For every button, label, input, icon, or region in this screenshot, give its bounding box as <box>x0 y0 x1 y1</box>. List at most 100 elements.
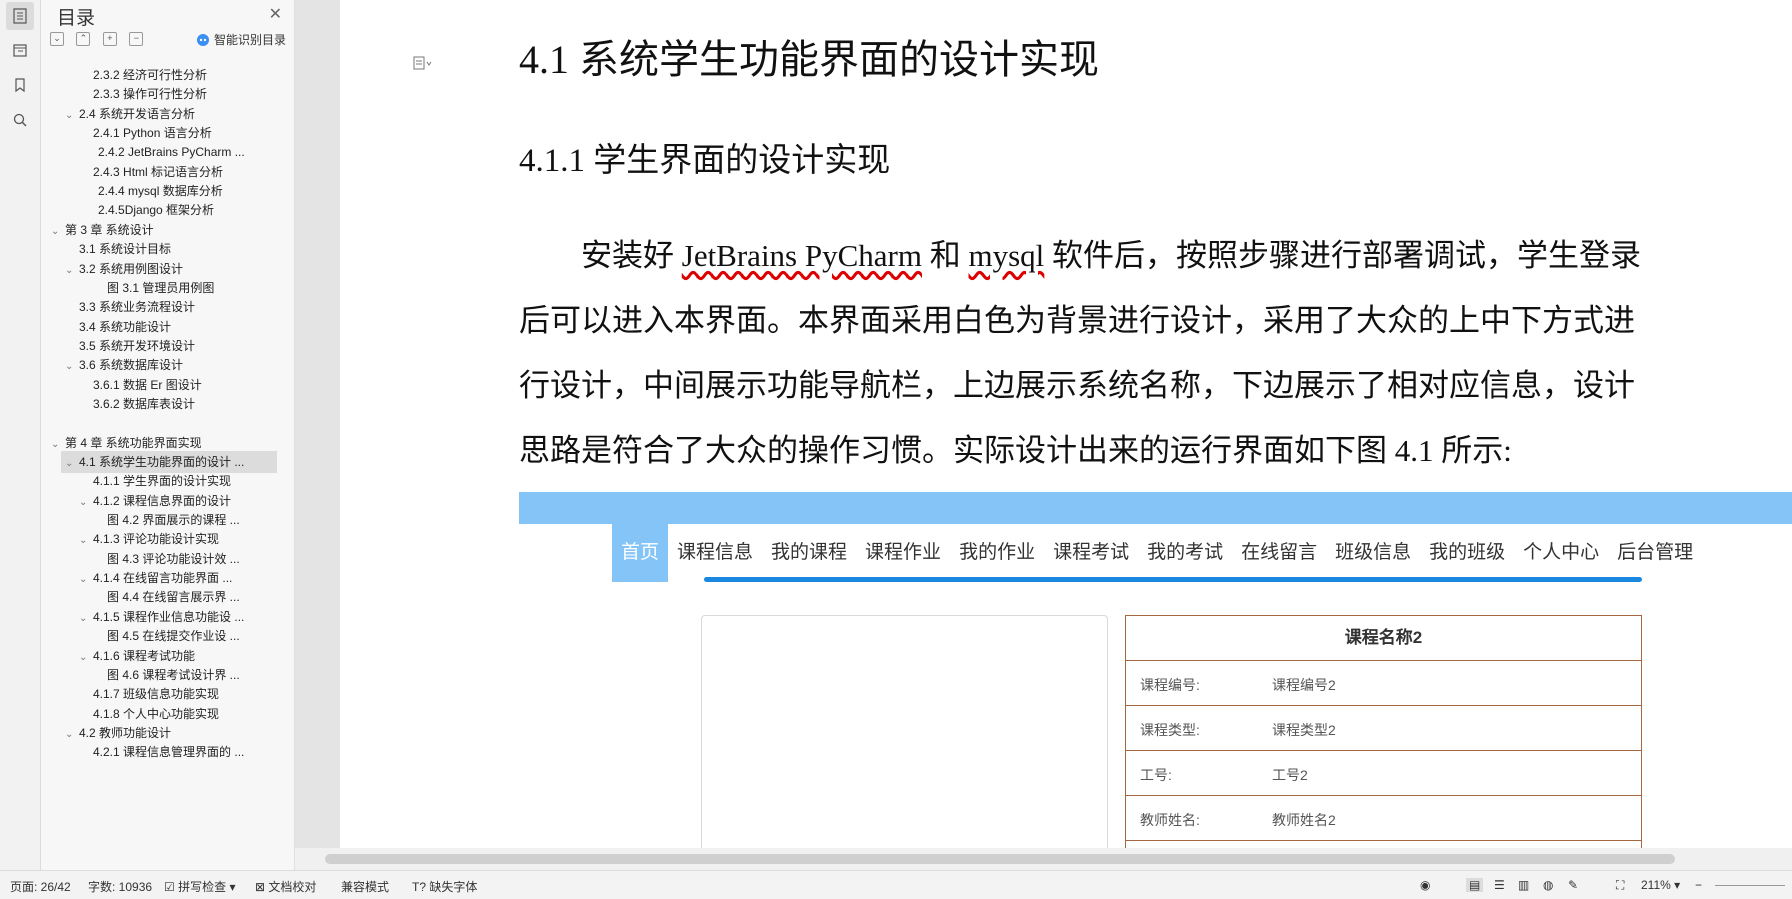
toc-item-label: 图 3.1 管理员用例图 <box>107 280 215 295</box>
toc-toolbar: ⌄ ⌃ + − <box>50 32 151 48</box>
toc-panel: 目录 ✕ ⌄ ⌃ + − 智能识别目录 2.3.2 经济可行性分析 2.3.3 操… <box>41 0 319 870</box>
info-key: 工号: <box>1140 767 1172 783</box>
nav-item: 我的考试 <box>1147 542 1224 563</box>
figure-4-1-screenshot: 首页 课程信息 我的课程 课程作业 我的作业 课程考试 我的考试 在线留言 班级信息 我的班级 个人… <box>519 492 1792 848</box>
toc-item-label: 图 4.3 评论功能设计效 ... <box>107 551 240 566</box>
expand-all-icon[interactable]: ⌄ <box>50 32 64 46</box>
heading-4-1: 4.1 系统学生功能界面的设计实现 <box>519 37 1099 82</box>
nav-item: 课程考试 <box>1053 542 1130 563</box>
ai-icon <box>196 33 209 46</box>
nav-item: 后台管理 <box>1617 542 1694 563</box>
toc-item-label: 3.4 系统功能设计 <box>79 319 172 334</box>
smart-toc-button[interactable]: 智能识别目录 <box>196 31 286 48</box>
info-value: 教师姓名2 <box>1272 812 1336 828</box>
missing-font-button[interactable]: T? 缺失字体 <box>412 878 477 895</box>
para-line-4: 思路是符合了大众的操作习惯。实际设计出来的运行界面如下图 4.1 所示: <box>519 433 1512 468</box>
para-line-1: 安装好 JetBrains PyCharm 和 mysql 软件后，按照步骤进行… <box>519 223 1749 288</box>
para-line-2: 后可以进入本界面。本界面采用白色为背景进行设计，采用了大众的上中下方式进 <box>519 303 1635 338</box>
nav-item: 我的班级 <box>1429 542 1506 563</box>
zoom-slider[interactable] <box>1715 885 1785 886</box>
doc-proof-button[interactable]: ⊠ 文档校对 <box>255 878 316 895</box>
toc-item[interactable]: 4.2.1 课程信息管理界面的 ... <box>41 741 277 763</box>
status-bar: 页面: 26/42 字数: 10936 ☑ 拼写检查 ▾ ⊠ 文档校对 兼容模式… <box>0 870 1792 899</box>
side-icon-bar <box>0 0 41 870</box>
page-view-icon[interactable]: ▤ <box>1466 878 1484 892</box>
toc-item-label: 2.3.3 操作可行性分析 <box>93 87 208 102</box>
toc-header: 目录 ✕ <box>41 0 294 30</box>
toc-item-label: 3.3 系统业务流程设计 <box>79 300 196 315</box>
zoom-value: 211% <box>1641 878 1671 892</box>
toc-item-label: 3.2 系统用例图设计 <box>79 261 184 276</box>
split-view-icon[interactable]: ▥ <box>1518 878 1529 892</box>
pen-icon[interactable]: ✎ <box>1568 878 1578 892</box>
toc-item-label: 3.1 系统设计目标 <box>79 242 172 257</box>
website-nav: 首页 课程信息 我的课程 课程作业 我的作业 课程考试 我的考试 在线留言 班级信息 我的班级 个人… <box>612 524 1702 582</box>
toc-panel-icon[interactable] <box>6 2 34 30</box>
info-value: 课程编号2 <box>1272 677 1336 693</box>
toc-item-label: 4.1.7 班级信息功能实现 <box>93 687 220 702</box>
toc-item-label: 2.3.2 经济可行性分析 <box>93 68 208 82</box>
toc-item-label: 4.2.1 课程信息管理界面的 ... <box>93 745 245 760</box>
nav-item: 课程作业 <box>865 542 942 563</box>
fit-page-icon[interactable]: ⛶ <box>1616 878 1624 893</box>
nav-item: 首页 <box>612 524 669 582</box>
spell-check-label: 拼写检查 <box>178 880 227 894</box>
zoom-level[interactable]: 211% ▾ <box>1641 878 1680 892</box>
close-icon[interactable]: ✕ <box>269 4 282 24</box>
toc-item-label: 2.4.2 JetBrains PyCharm ... <box>98 145 245 160</box>
compat-mode-label: 兼容模式 <box>341 880 390 894</box>
collapse-all-icon[interactable]: ⌃ <box>76 32 91 46</box>
scroll-thumb[interactable] <box>325 854 1675 864</box>
document-viewer: 4.1 系统学生功能界面的设计实现 4.1.1 学生界面的设计实现 安装好 Je… <box>295 0 1792 848</box>
toc-item-label: 4.2 教师功能设计 <box>79 725 172 740</box>
search-icon[interactable] <box>6 106 34 134</box>
toc-item-label: 3.6 系统数据库设计 <box>79 358 184 373</box>
toc-item-label: 3.6.2 数据库表设计 <box>93 396 196 411</box>
header-band <box>519 492 1792 524</box>
toc-item-label: 第 4 章 系统功能界面实现 <box>65 435 202 450</box>
text-run: 软件后，按照步骤进行部署调试，学生登录 <box>1044 238 1642 273</box>
nav-item: 个人中心 <box>1523 542 1600 563</box>
toc-item-label: 4.1.3 评论功能设计实现 <box>93 532 220 547</box>
toc-item-label: 4.1.6 课程考试功能 <box>93 648 196 663</box>
nav-item: 班级信息 <box>1335 542 1412 563</box>
nav-item: 课程信息 <box>677 542 754 563</box>
info-row: 课程编号: 课程编号2 <box>1126 661 1641 706</box>
outline-view-icon[interactable]: ☰ <box>1494 878 1505 892</box>
document-format-icon[interactable] <box>413 56 435 75</box>
toc-item-label: 4.1.8 个人中心功能实现 <box>93 706 220 721</box>
spell-check-button[interactable]: ☑ 拼写检查 ▾ <box>164 878 235 895</box>
course-info-table: 课程名称2 课程编号: 课程编号2 课程类型: 课程类型2 工号: 工号2 教师姓名: 教师姓… <box>1125 615 1642 848</box>
info-key: 课程编号: <box>1140 677 1200 693</box>
toc-item-label: 图 4.6 课程考试设计界 ... <box>107 667 240 682</box>
bookmark-icon[interactable] <box>6 71 34 99</box>
word-count[interactable]: 字数: 10936 <box>88 878 152 895</box>
toc-item-label: 2.4.4 mysql 数据库分析 <box>98 184 223 199</box>
info-value: 工号2 <box>1272 767 1308 783</box>
nav-underline <box>704 577 1642 582</box>
toc-title: 目录 <box>57 8 96 29</box>
document-page: 4.1 系统学生功能界面的设计实现 4.1.1 学生界面的设计实现 安装好 Je… <box>340 0 1792 848</box>
heading-4-1-1: 4.1.1 学生界面的设计实现 <box>519 143 891 179</box>
toc-item-label: 4.1 系统学生功能界面的设计 ... <box>79 455 245 469</box>
nav-item: 在线留言 <box>1241 542 1318 563</box>
spelling-flag-text: mysql <box>968 238 1045 273</box>
horizontal-scrollbar[interactable] <box>295 848 1792 870</box>
toc-item-label: 3.5 系统开发环境设计 <box>79 338 196 353</box>
toc-item-label: 2.4.1 Python 语言分析 <box>93 126 212 141</box>
doc-proof-label: 文档校对 <box>268 880 317 894</box>
minus-icon[interactable]: − <box>129 32 144 46</box>
eye-icon[interactable]: ◉ <box>1420 878 1430 892</box>
toc-item-label: 4.1.5 课程作业信息功能设 ... <box>93 609 245 624</box>
web-view-icon[interactable]: ◍ <box>1543 878 1553 892</box>
toc-item-label: 图 4.4 在线留言展示界 ... <box>107 590 240 605</box>
info-row: 教师姓名: 教师姓名2 <box>1126 796 1641 841</box>
plus-icon[interactable]: + <box>102 32 117 46</box>
outline-icon[interactable] <box>6 36 34 64</box>
zoom-out-icon[interactable]: − <box>1695 878 1702 892</box>
info-row: 课程类型: 课程类型2 <box>1126 706 1641 751</box>
course-info-title: 课程名称2 <box>1126 616 1641 661</box>
course-image-box <box>701 615 1108 848</box>
toc-item-label: 2.4 系统开发语言分析 <box>79 106 196 121</box>
page-count[interactable]: 页面: 26/42 <box>10 878 71 895</box>
